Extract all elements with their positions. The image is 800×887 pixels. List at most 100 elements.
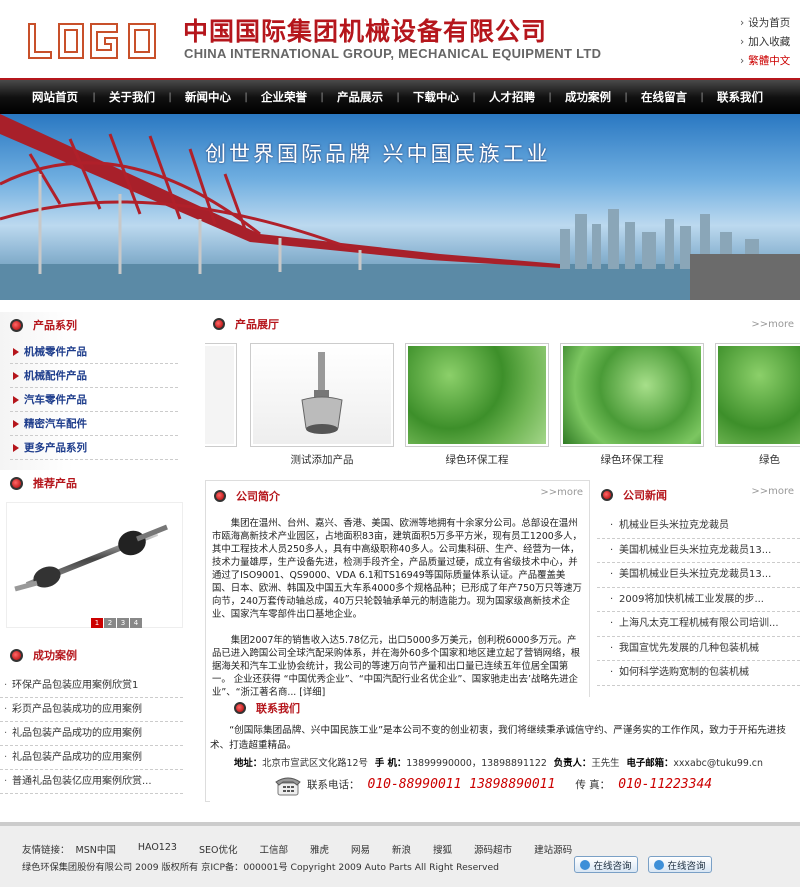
- products-more-link[interactable]: >>more: [751, 319, 794, 330]
- news-item[interactable]: 机械业巨头米拉克龙裁员: [597, 514, 800, 539]
- address-label: 地址：: [234, 758, 263, 769]
- person-label: 负责人：: [553, 758, 592, 769]
- mobile-label: 手 机：: [374, 758, 407, 769]
- news-item[interactable]: 上海凡太克工程机械有限公司培训...: [597, 612, 800, 637]
- cases-header: 成功案例: [10, 642, 183, 668]
- case-item[interactable]: 彩页产品包装成功的应用案例: [0, 698, 183, 722]
- products-title: 产品展厅: [235, 318, 279, 331]
- product-caption: 绿色: [759, 454, 780, 466]
- banner: 创世界国际品牌 兴中国民族工业: [0, 114, 800, 300]
- bullet-icon: [234, 702, 246, 714]
- friend-links-label: 友情链接：: [22, 845, 70, 856]
- cv-joint-icon: [301, 352, 343, 434]
- nav-separator: |: [396, 91, 400, 103]
- news-item[interactable]: 2009将加快机械工业发展的步...: [597, 588, 800, 612]
- product-item[interactable]: 绿色: [715, 343, 800, 467]
- category-item[interactable]: 精密汽车配件: [10, 412, 178, 436]
- product-row: 测试添加产品 绿色环保工程 绿色环保工程 绿色: [205, 343, 800, 477]
- pager-button[interactable]: 4: [130, 618, 142, 628]
- category-header: 产品系列: [10, 312, 183, 338]
- product-caption: 测试添加产品: [290, 454, 354, 466]
- product-showcase: 产品展厅 >>more 测试添加产品 绿色环保工程 绿色环保工程 绿色: [205, 313, 800, 473]
- friend-link[interactable]: 源码超市: [474, 842, 512, 856]
- category-item[interactable]: 机械配件产品: [10, 364, 178, 388]
- recommend-header: 推荐产品: [10, 470, 183, 496]
- intro-header: 公司简介: [214, 485, 589, 507]
- nav-jobs[interactable]: 人才招聘: [488, 89, 536, 105]
- product-image: [250, 343, 394, 447]
- intro-title: 公司简介: [236, 490, 280, 503]
- case-item[interactable]: 礼品包装产品成功的应用案例: [0, 722, 183, 746]
- online-consult-button[interactable]: 在线咨询: [648, 856, 712, 873]
- friend-link[interactable]: 网易: [351, 842, 370, 856]
- category-item[interactable]: 更多产品系列: [10, 436, 178, 460]
- product-image: [205, 343, 237, 447]
- logo[interactable]: [25, 18, 165, 62]
- add-favorite-link[interactable]: › 加入收藏: [740, 33, 790, 52]
- traditional-chinese-link[interactable]: › 繁體中文: [740, 52, 790, 71]
- bullet-icon: [601, 489, 613, 501]
- company-name-cn: 中国国际集团机械设备有限公司: [183, 17, 548, 46]
- news-item[interactable]: 美国机械业巨头米拉克龙裁员13...: [597, 563, 800, 588]
- product-item[interactable]: 绿色环保工程: [405, 343, 549, 467]
- product-caption: 绿色环保工程: [445, 454, 509, 466]
- nav-separator: |: [472, 91, 476, 103]
- nav-honor[interactable]: 企业荣誉: [260, 89, 308, 105]
- footer: 友情链接： MSN中国 HAO123 SEO优化 工信部 雅虎 网易 新浪 搜狐…: [0, 822, 800, 887]
- online-consult-button[interactable]: 在线咨询: [574, 856, 638, 873]
- intro-text: 集团在温州、台州、嘉兴、香港、美国、欧洲等地拥有十余家分公司。总部设在温州市瓯海…: [212, 517, 584, 699]
- mobile-value: 13899990000，13898891122: [406, 758, 547, 769]
- case-item[interactable]: 礼品包装产品成功的应用案例: [0, 746, 183, 770]
- nav-contact[interactable]: 联系我们: [716, 89, 764, 105]
- nav-about[interactable]: 关于我们: [108, 89, 156, 105]
- nav-news[interactable]: 新闻中心: [184, 89, 232, 105]
- contact-header: 联系我们: [234, 697, 800, 719]
- header: 中国国际集团机械设备有限公司 CHINA INTERNATIONAL GROUP…: [0, 0, 800, 78]
- product-item[interactable]: 绿色环保工程: [560, 343, 704, 467]
- news-more-link[interactable]: >>more: [751, 486, 794, 497]
- intro-more-link[interactable]: >>more: [540, 487, 583, 498]
- friend-link[interactable]: 工信部: [259, 842, 288, 856]
- case-item[interactable]: 环保产品包装应用案例欣赏1: [0, 674, 183, 698]
- nav-download[interactable]: 下载中心: [412, 89, 460, 105]
- email-value[interactable]: xxxabc@tuku99.cn: [673, 758, 763, 769]
- case-item[interactable]: 普通礼品包装亿应用案例欣赏...: [0, 770, 183, 794]
- friend-link[interactable]: 搜狐: [433, 842, 452, 856]
- fax-label: 传 真：: [575, 779, 611, 791]
- tel-label: 联系电话：: [307, 779, 360, 791]
- nav-home[interactable]: 网站首页: [30, 89, 80, 105]
- product-caption: 绿色环保工程: [600, 454, 664, 466]
- pager-button[interactable]: 2: [104, 618, 116, 628]
- bullet-icon: [214, 490, 226, 502]
- recommend-product-image[interactable]: [6, 502, 183, 628]
- drive-shaft-icon: [14, 524, 168, 592]
- product-item[interactable]: [205, 343, 237, 447]
- address-value: 北京市宣武区文化路12号: [262, 758, 368, 769]
- friend-link[interactable]: 雅虎: [310, 842, 329, 856]
- cases-title: 成功案例: [33, 649, 77, 662]
- category-item[interactable]: 汽车零件产品: [10, 388, 178, 412]
- nav-guestbook[interactable]: 在线留言: [640, 89, 688, 105]
- friend-link[interactable]: 新浪: [392, 842, 411, 856]
- pager-button[interactable]: 3: [117, 618, 129, 628]
- nav-products[interactable]: 产品展示: [336, 89, 384, 105]
- news-item[interactable]: 我国宣忧先发展的几种包装机械: [597, 637, 800, 661]
- product-image: [560, 343, 704, 447]
- friend-links: 友情链接： MSN中国 HAO123 SEO优化 工信部 雅虎 网易 新浪 搜狐…: [22, 842, 594, 856]
- category-item[interactable]: 机械零件产品: [10, 340, 178, 364]
- product-item[interactable]: 测试添加产品: [250, 343, 394, 467]
- contact-statement: “创国际集团品牌、兴中国民族工业”是本公司不变的创业初衷，我们将继续秉承诚信守约…: [210, 725, 786, 751]
- friend-link[interactable]: HAO123: [138, 842, 177, 856]
- pager-button[interactable]: 1: [91, 618, 103, 628]
- friend-link[interactable]: MSN中国: [76, 842, 116, 856]
- top-links: › 设为首页 › 加入收藏 › 繁體中文: [740, 14, 790, 71]
- friend-link[interactable]: SEO优化: [199, 842, 238, 856]
- friend-link[interactable]: 建站源码: [534, 842, 572, 856]
- contact-details: 地址：北京市宣武区文化路12号 手 机：13899990000，13898891…: [234, 755, 763, 769]
- set-homepage-link[interactable]: › 设为首页: [740, 14, 790, 33]
- news-item[interactable]: 如何科学选购宽制的包装机械: [597, 661, 800, 686]
- nav-cases[interactable]: 成功案例: [564, 89, 612, 105]
- news-item[interactable]: 美国机械业巨头米拉克龙裁员13...: [597, 539, 800, 563]
- bullet-icon: [213, 318, 225, 330]
- company-name-en: CHINA INTERNATIONAL GROUP, MECHANICAL EQ…: [184, 46, 602, 61]
